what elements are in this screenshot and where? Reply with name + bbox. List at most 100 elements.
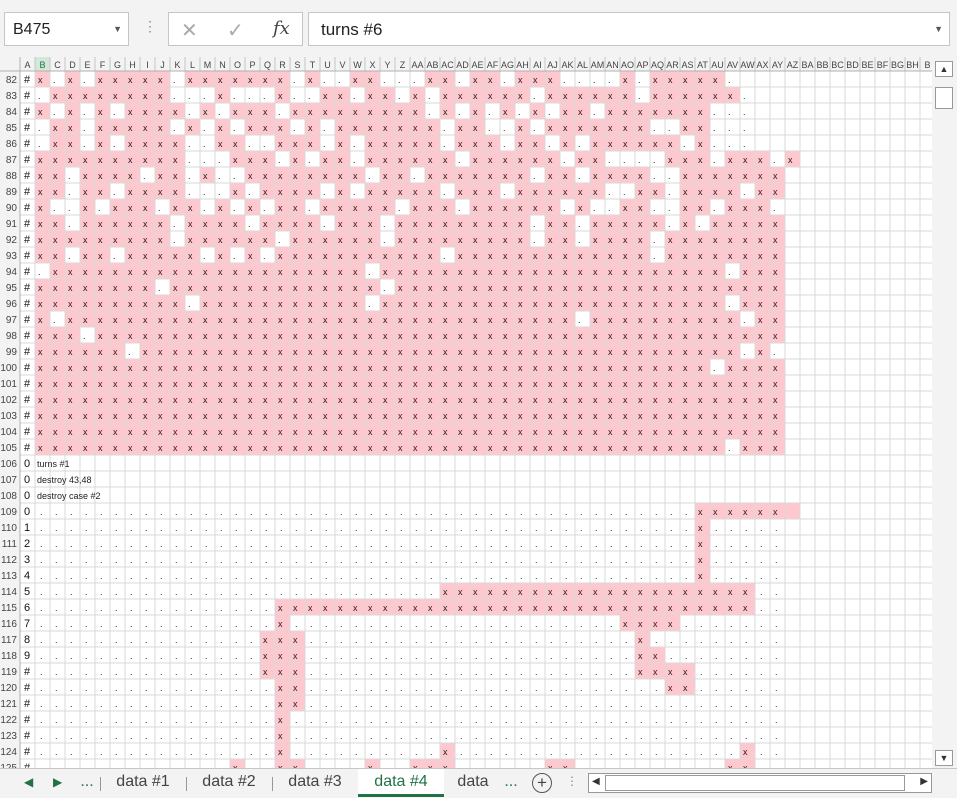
cell-x[interactable]: x: [158, 219, 163, 229]
cell-x[interactable]: x: [683, 411, 688, 421]
cell-dot[interactable]: .: [730, 539, 733, 549]
cell-x[interactable]: x: [278, 667, 283, 677]
cell-x[interactable]: x: [263, 187, 268, 197]
row-header[interactable]: 117: [1, 635, 17, 646]
row-header[interactable]: 109: [0, 507, 17, 518]
row-header[interactable]: 105: [0, 443, 17, 454]
cell-x[interactable]: x: [293, 299, 298, 309]
cell-x[interactable]: x: [533, 427, 538, 437]
cell-dot[interactable]: .: [713, 139, 716, 149]
cell-dot[interactable]: .: [385, 635, 388, 645]
cell-dot[interactable]: .: [205, 603, 208, 613]
cell-x[interactable]: x: [278, 379, 283, 389]
cell-dot[interactable]: .: [475, 635, 478, 645]
cell-dot[interactable]: .: [520, 747, 523, 757]
cell-x[interactable]: x: [113, 75, 118, 85]
cell-x[interactable]: x: [368, 139, 373, 149]
cell-dot[interactable]: .: [385, 683, 388, 693]
cell-x[interactable]: x: [728, 411, 733, 421]
cell-dot[interactable]: .: [490, 571, 493, 581]
cell-dot[interactable]: .: [130, 635, 133, 645]
cell-dot[interactable]: .: [505, 555, 508, 565]
cell-x[interactable]: x: [593, 235, 598, 245]
cell-x[interactable]: x: [413, 155, 418, 165]
cell-x[interactable]: x: [98, 235, 103, 245]
cell-dot[interactable]: .: [250, 731, 253, 741]
cell-dot[interactable]: .: [310, 683, 313, 693]
cell-x[interactable]: x: [113, 203, 118, 213]
cell-x[interactable]: x: [638, 379, 643, 389]
cell-x[interactable]: x: [743, 171, 748, 181]
cell-x[interactable]: x: [533, 603, 538, 613]
cell-x[interactable]: x: [353, 171, 358, 181]
cell-x[interactable]: x: [473, 587, 478, 597]
cell-x[interactable]: x: [308, 107, 313, 117]
cell-dot[interactable]: .: [70, 715, 73, 725]
cell-x[interactable]: x: [83, 443, 88, 453]
cell-dot[interactable]: .: [505, 651, 508, 661]
cell-x[interactable]: x: [473, 251, 478, 261]
cell-x[interactable]: x: [563, 299, 568, 309]
cell-x[interactable]: x: [248, 107, 253, 117]
cell-dot[interactable]: .: [175, 651, 178, 661]
cell-x[interactable]: x: [308, 251, 313, 261]
cell-dot[interactable]: .: [655, 539, 658, 549]
cell-x[interactable]: x: [308, 139, 313, 149]
col-a-value[interactable]: #: [24, 138, 31, 150]
cell-x[interactable]: x: [428, 427, 433, 437]
cell-dot[interactable]: .: [235, 555, 238, 565]
cell-x[interactable]: x: [188, 203, 193, 213]
cell-x[interactable]: x: [593, 139, 598, 149]
cell-dot[interactable]: .: [430, 715, 433, 725]
cell-dot[interactable]: .: [160, 635, 163, 645]
cell-x[interactable]: x: [233, 187, 238, 197]
cell-x[interactable]: x: [758, 187, 763, 197]
column-header-i[interactable]: I: [146, 60, 149, 70]
row-header[interactable]: 115: [1, 603, 17, 614]
cell-x[interactable]: x: [68, 283, 73, 293]
cell-dot[interactable]: .: [415, 555, 418, 565]
cell-dot[interactable]: .: [700, 651, 703, 661]
cell-x[interactable]: x: [728, 587, 733, 597]
cell-dot[interactable]: .: [220, 747, 223, 757]
column-header-bd[interactable]: BD: [846, 60, 859, 70]
tab-data-5[interactable]: data: [448, 769, 498, 797]
cell-x[interactable]: x: [683, 587, 688, 597]
cell-x[interactable]: x: [173, 251, 178, 261]
column-header-y[interactable]: Y: [384, 60, 390, 70]
cell-dot[interactable]: .: [550, 699, 553, 709]
cell-dot[interactable]: .: [685, 651, 688, 661]
cell-dot[interactable]: .: [235, 619, 238, 629]
cell-x[interactable]: x: [158, 171, 163, 181]
cell-dot[interactable]: .: [745, 539, 748, 549]
cell-dot[interactable]: .: [610, 507, 613, 517]
cell-x[interactable]: x: [83, 267, 88, 277]
cell-dot[interactable]: .: [250, 699, 253, 709]
cell-dot[interactable]: .: [323, 219, 326, 229]
cell-dot[interactable]: .: [70, 555, 73, 565]
cell-dot[interactable]: .: [623, 187, 626, 197]
cell-dot[interactable]: .: [308, 155, 311, 165]
col-a-value[interactable]: 0: [24, 474, 30, 486]
cell-x[interactable]: x: [323, 347, 328, 357]
cell-x[interactable]: x: [173, 299, 178, 309]
cell-dot[interactable]: .: [325, 539, 328, 549]
cell-dot[interactable]: .: [325, 507, 328, 517]
cell-x[interactable]: x: [113, 299, 118, 309]
cell-dot[interactable]: .: [460, 731, 463, 741]
cell-dot[interactable]: .: [355, 667, 358, 677]
column-header-ac[interactable]: AC: [441, 60, 454, 70]
cell-x[interactable]: x: [278, 123, 283, 133]
cell-x[interactable]: x: [98, 363, 103, 373]
column-header-w[interactable]: W: [353, 60, 362, 70]
cell-x[interactable]: x: [83, 299, 88, 309]
cell-dot[interactable]: .: [383, 235, 386, 245]
cell-x[interactable]: x: [128, 363, 133, 373]
cell-x[interactable]: x: [38, 203, 43, 213]
cell-dot[interactable]: .: [565, 715, 568, 725]
cell-dot[interactable]: .: [235, 683, 238, 693]
cell-dot[interactable]: .: [383, 219, 386, 229]
cell-x[interactable]: x: [308, 75, 313, 85]
cell-dot[interactable]: .: [205, 555, 208, 565]
cell-dot[interactable]: .: [760, 539, 763, 549]
